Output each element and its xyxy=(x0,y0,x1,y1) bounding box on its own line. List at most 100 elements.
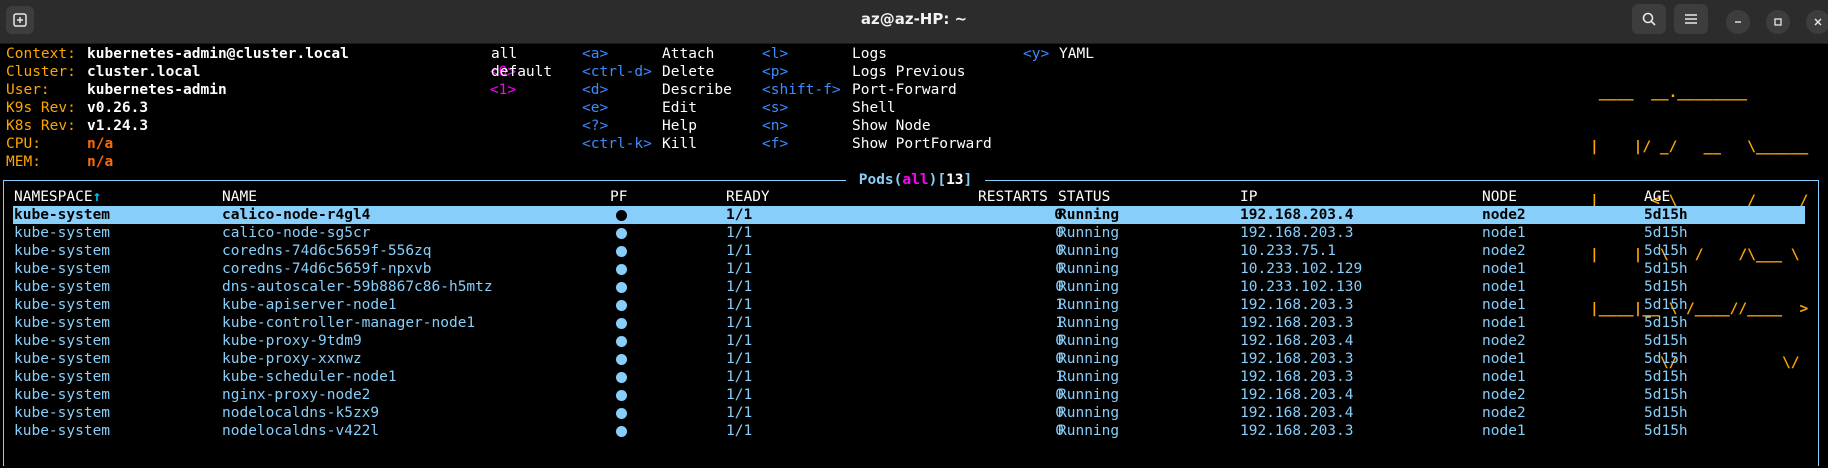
column-header-namespace[interactable]: NAMESPACE↑ xyxy=(14,188,101,206)
hotkey-edit[interactable]: Edit xyxy=(662,100,697,116)
menu-button[interactable] xyxy=(1674,4,1708,34)
hotkey-describe[interactable]: Describe xyxy=(662,82,732,98)
hotkey-key: <ctrl-d> xyxy=(582,64,652,80)
column-header-age[interactable]: AGE xyxy=(1644,188,1670,206)
hamburger-menu-icon xyxy=(1685,14,1697,24)
cell-ready: 1/1 xyxy=(726,243,753,259)
hotkey-port-forward[interactable]: Port-Forward xyxy=(852,82,957,98)
cell-ip: 192.168.203.4 xyxy=(1240,207,1354,223)
minimize-button[interactable] xyxy=(1726,10,1750,34)
table-row[interactable]: kube-system dns-autoscaler-59b8867c86-h5m… xyxy=(14,278,1806,296)
table-row[interactable]: kube-system calico-node-sg5cr 1/1 0 Running 1… xyxy=(14,224,1806,242)
column-header-restarts[interactable]: RESTARTS xyxy=(978,188,1048,206)
cell-namespace: kube-system xyxy=(14,279,111,295)
table-row[interactable]: kube-system kube-proxy-9tdm9 1/1 0 Running 19… xyxy=(14,332,1806,350)
cell-name: kube-scheduler-node1 xyxy=(222,369,397,385)
cell-age: 5d15h xyxy=(1644,261,1688,277)
cell-status: Running xyxy=(1058,243,1120,259)
cell-name: kube-controller-manager-node1 xyxy=(222,315,476,331)
maximize-button[interactable] xyxy=(1766,10,1790,34)
cell-ip: 192.168.203.3 xyxy=(1240,297,1354,313)
column-header-ip[interactable]: IP xyxy=(1240,188,1257,206)
table-row[interactable]: kube-system kube-controller-manager-node1… xyxy=(14,314,1806,332)
cell-ip: 10.233.75.1 xyxy=(1240,243,1337,259)
table-row[interactable]: kube-system nginx-proxy-node2 1/1 0 Running 1… xyxy=(14,386,1806,404)
cell-status: Running xyxy=(1058,297,1120,313)
cell-status: Running xyxy=(1058,369,1120,385)
hotkey-delete[interactable]: Delete xyxy=(662,64,714,80)
cell-ready: 1/1 xyxy=(726,387,753,403)
cell-ip: 192.168.203.4 xyxy=(1240,387,1354,403)
cell-age: 5d15h xyxy=(1644,279,1688,295)
hotkey-attach[interactable]: Attach xyxy=(662,46,714,62)
k9s-rev-label: K9s Rev: xyxy=(6,100,76,116)
k9s-rev-value: v0.26.3 xyxy=(87,100,149,116)
cell-ip: 192.168.203.4 xyxy=(1240,333,1354,349)
cell-age: 5d15h xyxy=(1644,333,1688,349)
cell-age: 5d15h xyxy=(1644,351,1688,367)
maximize-icon xyxy=(1774,18,1782,26)
hotkey-key: <?> xyxy=(582,118,609,134)
hotkey-show-node[interactable]: Show Node xyxy=(852,118,931,134)
hotkey-kill[interactable]: Kill xyxy=(662,136,697,152)
table-row[interactable]: kube-system kube-proxy-xxnwz 1/1 0 Running 19… xyxy=(14,350,1806,368)
port-forward-status-icon xyxy=(616,354,627,365)
table-row[interactable]: kube-system kube-apiserver-node1 1/1 1 Runni… xyxy=(14,296,1806,314)
table-row[interactable]: kube-system nodelocaldns-v422l 1/1 0 Running… xyxy=(14,422,1806,440)
cpu-value: n/a xyxy=(87,136,114,152)
column-header-pf[interactable]: PF xyxy=(610,188,627,206)
table-row[interactable]: kube-system nodelocaldns-k5zx9 1/1 0 Running… xyxy=(14,404,1806,422)
table-row[interactable]: kube-system coredns-74d6c5659f-556zq 1/1 0 R… xyxy=(14,242,1806,260)
hotkey-key: <n> xyxy=(762,118,789,134)
port-forward-status-icon xyxy=(616,372,627,383)
pod-count: 13 xyxy=(946,172,964,188)
cell-ready: 1/1 xyxy=(726,279,753,295)
table-row[interactable]: kube-system coredns-74d6c5659f-npxvb 1/1 0 R… xyxy=(14,260,1806,278)
context-label: Context: xyxy=(6,46,76,62)
column-header-ready[interactable]: READY xyxy=(726,188,770,206)
column-header-name[interactable]: NAME xyxy=(222,188,257,206)
search-icon xyxy=(1642,12,1656,26)
hotkey-logs-previous[interactable]: Logs Previous xyxy=(852,64,966,80)
cell-ip: 192.168.203.4 xyxy=(1240,405,1354,421)
hotkey-yaml[interactable]: YAML xyxy=(1059,46,1094,62)
cell-name: kube-proxy-9tdm9 xyxy=(222,333,362,349)
cell-ready: 1/1 xyxy=(726,405,753,421)
cell-node: node2 xyxy=(1482,243,1526,259)
cell-node: node2 xyxy=(1482,387,1526,403)
column-header-node[interactable]: NODE xyxy=(1482,188,1517,206)
cell-age: 5d15h xyxy=(1644,297,1688,313)
current-namespace: all xyxy=(902,172,929,188)
cell-node: node1 xyxy=(1482,261,1526,277)
table-row[interactable]: kube-system calico-node-r4gl4 1/1 0 Running 1… xyxy=(13,206,1805,224)
column-header-status[interactable]: STATUS xyxy=(1058,188,1110,206)
hotkey-logs[interactable]: Logs xyxy=(852,46,887,62)
cell-age: 5d15h xyxy=(1644,315,1688,331)
hotkey-shell[interactable]: Shell xyxy=(852,100,896,116)
cell-ready: 1/1 xyxy=(726,333,753,349)
close-icon xyxy=(1814,18,1822,26)
cell-namespace: kube-system xyxy=(14,207,111,223)
port-forward-status-icon xyxy=(616,300,627,311)
cell-status: Running xyxy=(1058,279,1120,295)
k8s-rev-value: v1.24.3 xyxy=(87,118,149,134)
namespace-name: default xyxy=(491,64,553,80)
close-button[interactable] xyxy=(1806,10,1828,34)
logo-line: ____ __.________ xyxy=(1590,85,1809,101)
cell-ready: 1/1 xyxy=(726,369,753,385)
hotkey-help[interactable]: Help xyxy=(662,118,697,134)
cell-age: 5d15h xyxy=(1644,369,1688,385)
cell-node: node1 xyxy=(1482,225,1526,241)
hotkey-key: <l> xyxy=(762,46,789,62)
port-forward-status-icon xyxy=(616,282,627,293)
cell-status: Running xyxy=(1058,315,1120,331)
table-row[interactable]: kube-system kube-scheduler-node1 1/1 1 Runni… xyxy=(14,368,1806,386)
cell-name: nodelocaldns-v422l xyxy=(222,423,380,439)
namespace-key: <1> xyxy=(489,82,517,98)
cell-ip: 192.168.203.3 xyxy=(1240,351,1354,367)
port-forward-status-icon xyxy=(616,336,627,347)
hotkey-show-portforward[interactable]: Show PortForward xyxy=(852,136,992,152)
cell-ready: 1/1 xyxy=(726,207,753,223)
search-button[interactable] xyxy=(1632,4,1666,34)
cell-name: kube-proxy-xxnwz xyxy=(222,351,362,367)
